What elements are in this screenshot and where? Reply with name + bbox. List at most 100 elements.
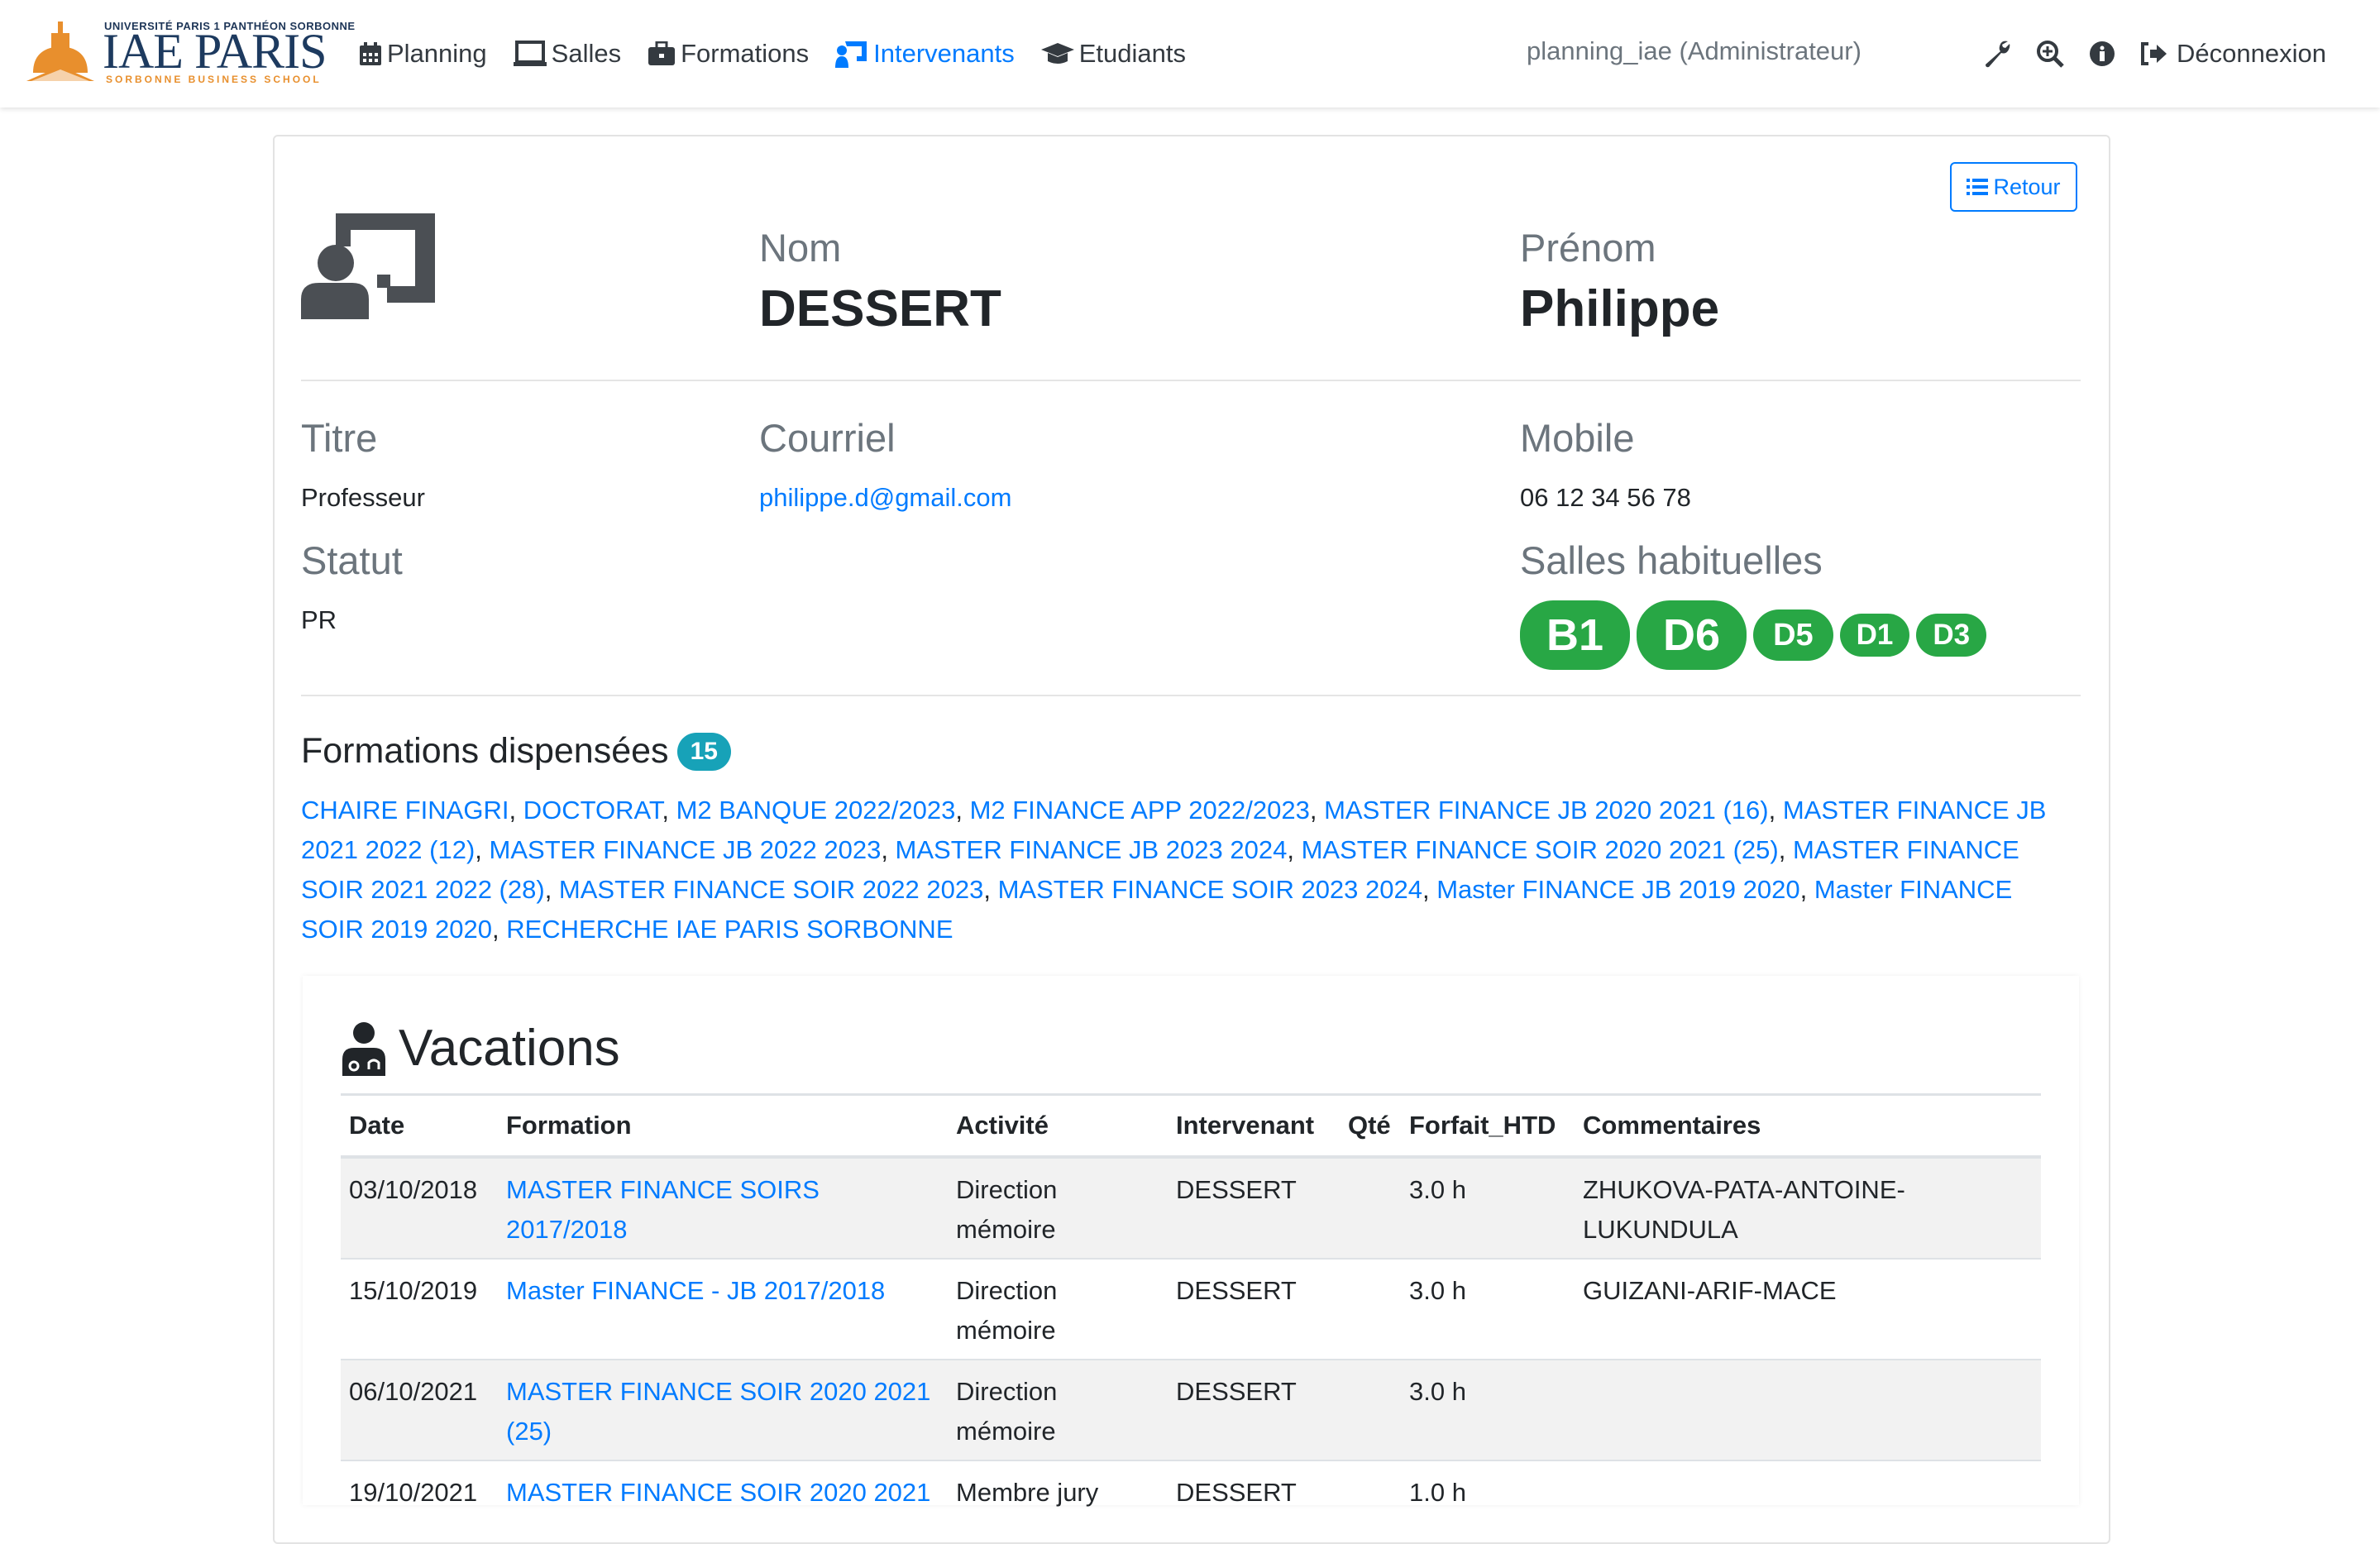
current-user-label: planning_iae (Administrateur) <box>1527 36 1861 65</box>
qte-cell <box>1340 1359 1401 1460</box>
pantheon-dome-icon <box>26 22 94 81</box>
logo-school-text: SORBONNE BUSINESS SCHOOL <box>106 74 322 85</box>
nav-planning[interactable]: Planning <box>359 39 487 69</box>
nom-value: DESSERT <box>759 280 1001 337</box>
user-md-icon <box>342 1021 385 1076</box>
statut-label: Statut <box>301 538 403 582</box>
logo-name-text: IAE PARIS <box>103 24 327 79</box>
formation-link[interactable]: CHAIRE FINAGRI <box>301 796 509 825</box>
salle-badge[interactable]: D3 <box>1916 614 1987 657</box>
formations-heading: Formations dispensées 15 <box>301 731 731 772</box>
salle-badge[interactable]: D6 <box>1637 600 1747 670</box>
titre-value: Professeur <box>301 483 425 512</box>
formation-link[interactable]: M2 BANQUE 2022/2023 <box>676 796 956 825</box>
retour-button[interactable]: Retour <box>1950 162 2077 212</box>
logout-button[interactable]: Déconnexion <box>2140 39 2326 69</box>
formations-count-badge: 15 <box>676 732 731 771</box>
salle-badge[interactable]: D5 <box>1753 609 1833 661</box>
column-header[interactable]: Date <box>341 1093 498 1159</box>
formation-link[interactable]: MASTER FINANCE JB 2022 2023 <box>490 835 882 864</box>
formation-link[interactable]: DOCTORAT <box>523 796 662 825</box>
top-navbar: UNIVERSITÉ PARIS 1 PANTHÉON SORBONNE IAE… <box>0 0 2380 108</box>
salles-label: Salles habituelles <box>1520 538 1823 582</box>
nav-intervenants[interactable]: Intervenants <box>835 39 1015 69</box>
nav-salles-label: Salles <box>551 39 622 68</box>
column-header[interactable]: Intervenant <box>1168 1093 1340 1159</box>
statut-value: PR <box>301 605 337 634</box>
salles-badges: B1 D6 D5 D1 D3 <box>1520 600 1993 670</box>
commentaires-cell: GUIZANI-ARIF-MACE <box>1575 1258 2041 1360</box>
vacations-heading: Vacations <box>341 1019 620 1078</box>
nav-intervenants-label: Intervenants <box>873 39 1015 68</box>
forfait-cell: 3.0 h <box>1401 1156 1575 1259</box>
formation-link[interactable]: MASTER FINANCE SOIR 2020 2021 (25) <box>506 1377 930 1446</box>
formation-link[interactable]: Master FINANCE - JB 2017/2018 <box>506 1276 885 1305</box>
date-cell: 19/10/2021 <box>341 1460 498 1521</box>
formation-link[interactable]: MASTER FINANCE SOIRS 2017/2018 <box>506 1175 820 1244</box>
formation-link[interactable]: MASTER FINANCE JB 2023 2024 <box>896 835 1288 864</box>
briefcase-icon <box>648 41 676 65</box>
date-cell: 15/10/2019 <box>341 1258 498 1360</box>
formation-link[interactable]: RECHERCHE IAE PARIS SORBONNE <box>506 915 953 944</box>
salle-badge[interactable]: B1 <box>1520 600 1631 670</box>
column-header[interactable]: Formation <box>498 1093 948 1159</box>
iae-paris-logo[interactable]: UNIVERSITÉ PARIS 1 PANTHÉON SORBONNE IAE… <box>26 18 355 85</box>
formation-link[interactable]: MASTER FINANCE SOIR 2023 2024 <box>998 875 1422 904</box>
commentaires-cell: ZHUKOVA-PATA-ANTOINE-LUKUNDULA <box>1575 1156 2041 1259</box>
chalkboard-teacher-icon <box>835 41 867 68</box>
laptop-icon <box>513 41 547 66</box>
intervenant-cell: DESSERT <box>1168 1258 1340 1360</box>
formations-list: CHAIRE FINAGRI, DOCTORAT, M2 BANQUE 2022… <box>301 796 2047 944</box>
formation-link[interactable]: MASTER FINANCE JB 2020 2021 (16) <box>1324 796 1769 825</box>
info-button[interactable] <box>2089 41 2115 67</box>
chalkboard-teacher-icon <box>301 213 435 319</box>
table-row: 19/10/2021 MASTER FINANCE SOIR 2020 2021… <box>341 1460 2041 1521</box>
prenom-label: Prénom <box>1520 226 1656 270</box>
qte-cell <box>1340 1460 1401 1521</box>
salle-badge[interactable]: D1 <box>1839 614 1910 657</box>
nav-planning-label: Planning <box>387 39 487 68</box>
mobile-label: Mobile <box>1520 416 1635 460</box>
activite-cell: Direction mémoire <box>948 1258 1168 1360</box>
nav-etudiants[interactable]: Etudiants <box>1040 39 1186 69</box>
search-plus-icon <box>2037 41 2064 68</box>
date-cell: 06/10/2021 <box>341 1359 498 1460</box>
divider <box>301 695 2081 696</box>
list-icon <box>1967 179 1989 195</box>
commentaires-cell <box>1575 1359 2041 1460</box>
commentaires-cell <box>1575 1460 2041 1521</box>
mobile-value: 06 12 34 56 78 <box>1520 483 1691 512</box>
activite-cell: Direction mémoire <box>948 1359 1168 1460</box>
sign-out-icon <box>2141 42 2167 65</box>
qte-cell <box>1340 1156 1401 1259</box>
table-row: 03/10/2018 MASTER FINANCE SOIRS 2017/201… <box>341 1156 2041 1259</box>
column-header[interactable]: Qté <box>1340 1093 1401 1159</box>
activite-cell: Membre jury <box>948 1460 1168 1521</box>
nav-formations-label: Formations <box>681 39 810 68</box>
formation-link[interactable]: MASTER FINANCE SOIR 2022 2023 <box>559 875 983 904</box>
nom-label: Nom <box>759 226 842 270</box>
column-header[interactable]: Forfait_HTD <box>1401 1093 1575 1159</box>
formation-link[interactable]: Master FINANCE JB 2019 2020 <box>1436 875 1799 904</box>
nav-salles[interactable]: Salles <box>513 39 622 69</box>
logout-label: Déconnexion <box>2177 39 2326 68</box>
intervenant-cell: DESSERT <box>1168 1359 1340 1460</box>
column-header[interactable]: Commentaires <box>1575 1093 2041 1159</box>
main-nav: Planning Salles Formations Intervenants … <box>359 0 1212 108</box>
date-cell: 03/10/2018 <box>341 1156 498 1259</box>
nav-actions: Déconnexion <box>1983 0 2326 108</box>
prenom-value: Philippe <box>1520 280 1720 337</box>
formation-link[interactable]: MASTER FINANCE SOIR 2020 2021 (25) <box>1302 835 1779 864</box>
formation-link[interactable]: M2 FINANCE APP 2022/2023 <box>970 796 1310 825</box>
table-row: 15/10/2019 Master FINANCE - JB 2017/2018… <box>341 1258 2041 1360</box>
courriel-link[interactable]: philippe.d@gmail.com <box>759 483 1011 513</box>
intervenant-cell: DESSERT <box>1168 1156 1340 1259</box>
zoom-button[interactable] <box>2036 40 2064 68</box>
forfait-cell: 3.0 h <box>1401 1258 1575 1360</box>
column-header[interactable]: Activité <box>948 1093 1168 1159</box>
settings-button[interactable] <box>1983 40 2011 68</box>
nav-formations[interactable]: Formations <box>648 39 809 69</box>
table-row: 06/10/2021 MASTER FINANCE SOIR 2020 2021… <box>341 1359 2041 1460</box>
calendar-icon <box>360 42 381 65</box>
formation-link[interactable]: MASTER FINANCE SOIR 2020 2021 <box>506 1478 930 1507</box>
